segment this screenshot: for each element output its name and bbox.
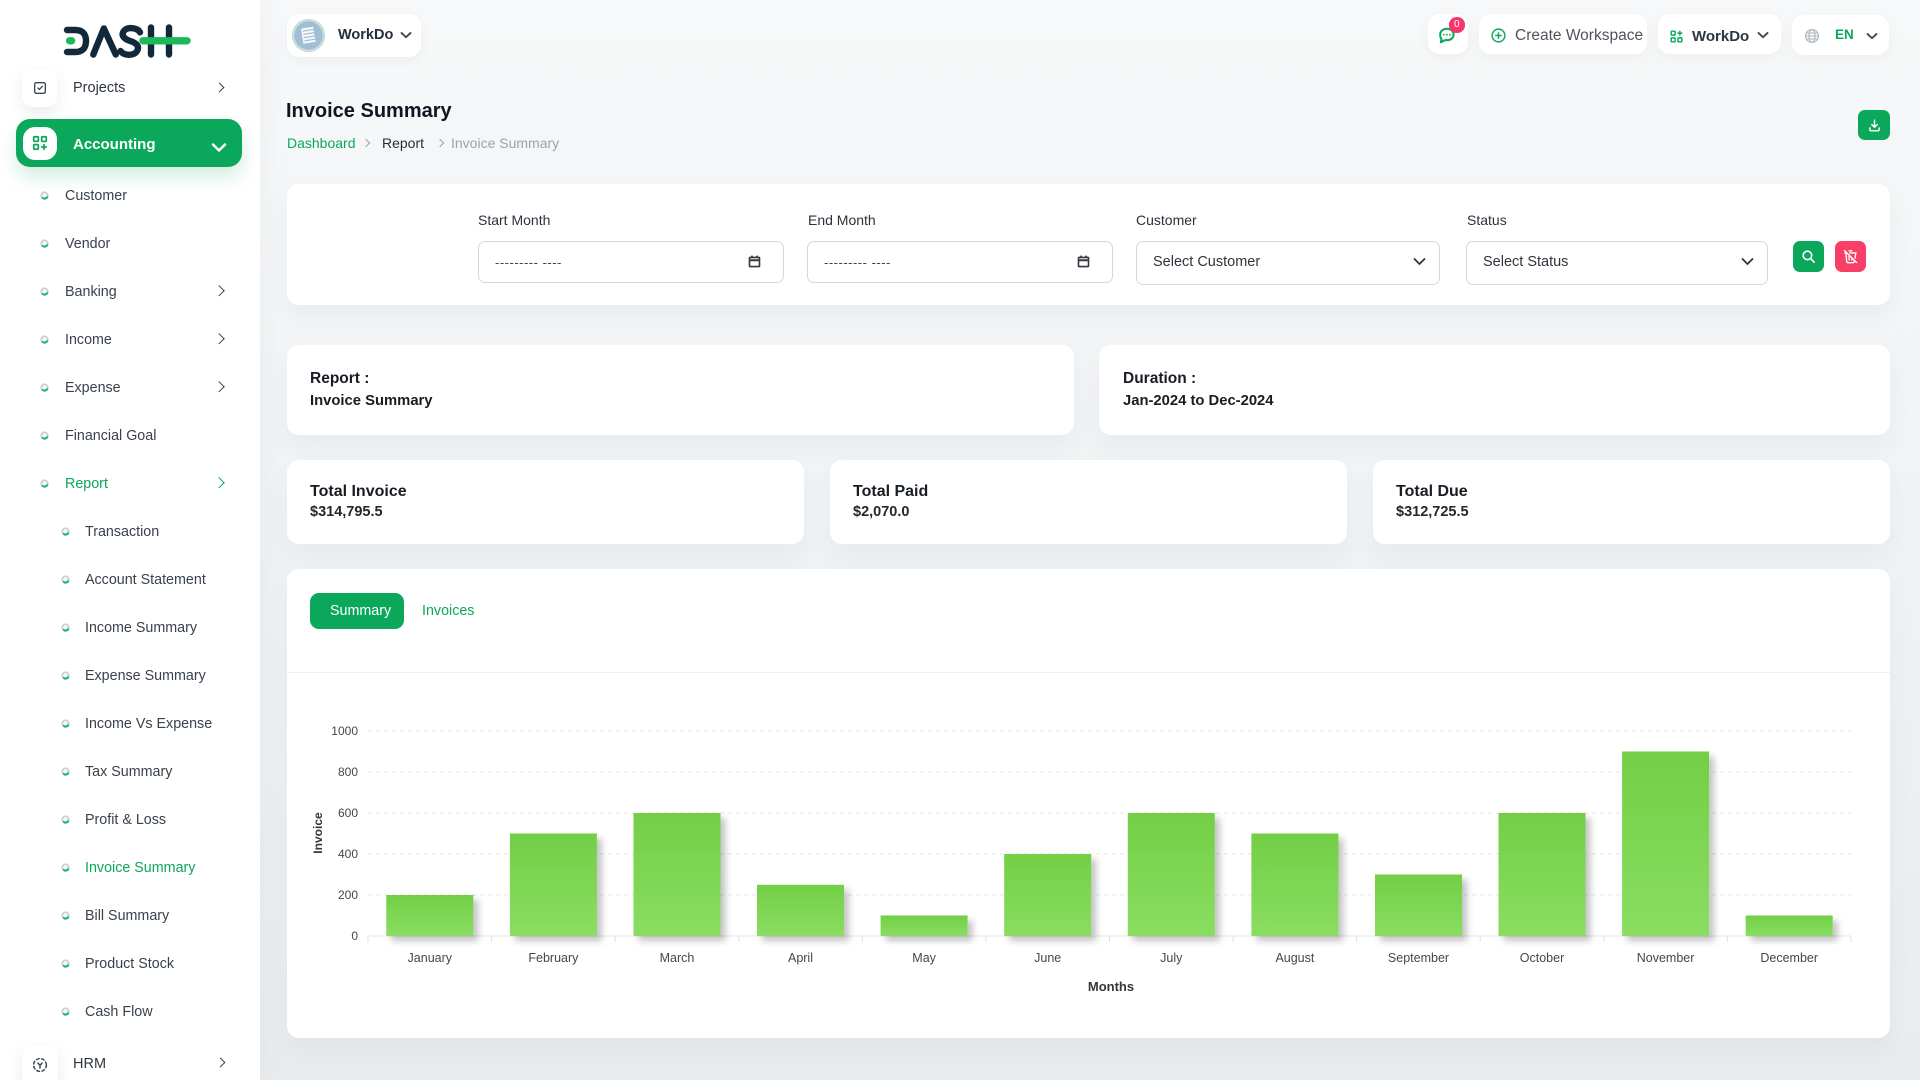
svg-text:200: 200: [338, 888, 358, 902]
svg-text:June: June: [1034, 951, 1061, 965]
svg-text:November: November: [1637, 951, 1695, 965]
svg-text:800: 800: [338, 765, 358, 779]
svg-text:January: January: [408, 951, 453, 965]
svg-text:February: February: [528, 951, 579, 965]
svg-text:July: July: [1160, 951, 1183, 965]
svg-text:1000: 1000: [331, 724, 358, 738]
svg-text:April: April: [788, 951, 813, 965]
svg-text:December: December: [1760, 951, 1818, 965]
svg-text:March: March: [660, 951, 695, 965]
svg-text:August: August: [1275, 951, 1314, 965]
svg-text:September: September: [1388, 951, 1449, 965]
svg-text:Months: Months: [1088, 979, 1134, 994]
svg-text:Invoice: Invoice: [311, 812, 325, 854]
svg-text:600: 600: [338, 806, 358, 820]
svg-text:400: 400: [338, 847, 358, 861]
svg-text:May: May: [912, 951, 936, 965]
svg-text:October: October: [1520, 951, 1564, 965]
svg-text:0: 0: [351, 929, 358, 943]
